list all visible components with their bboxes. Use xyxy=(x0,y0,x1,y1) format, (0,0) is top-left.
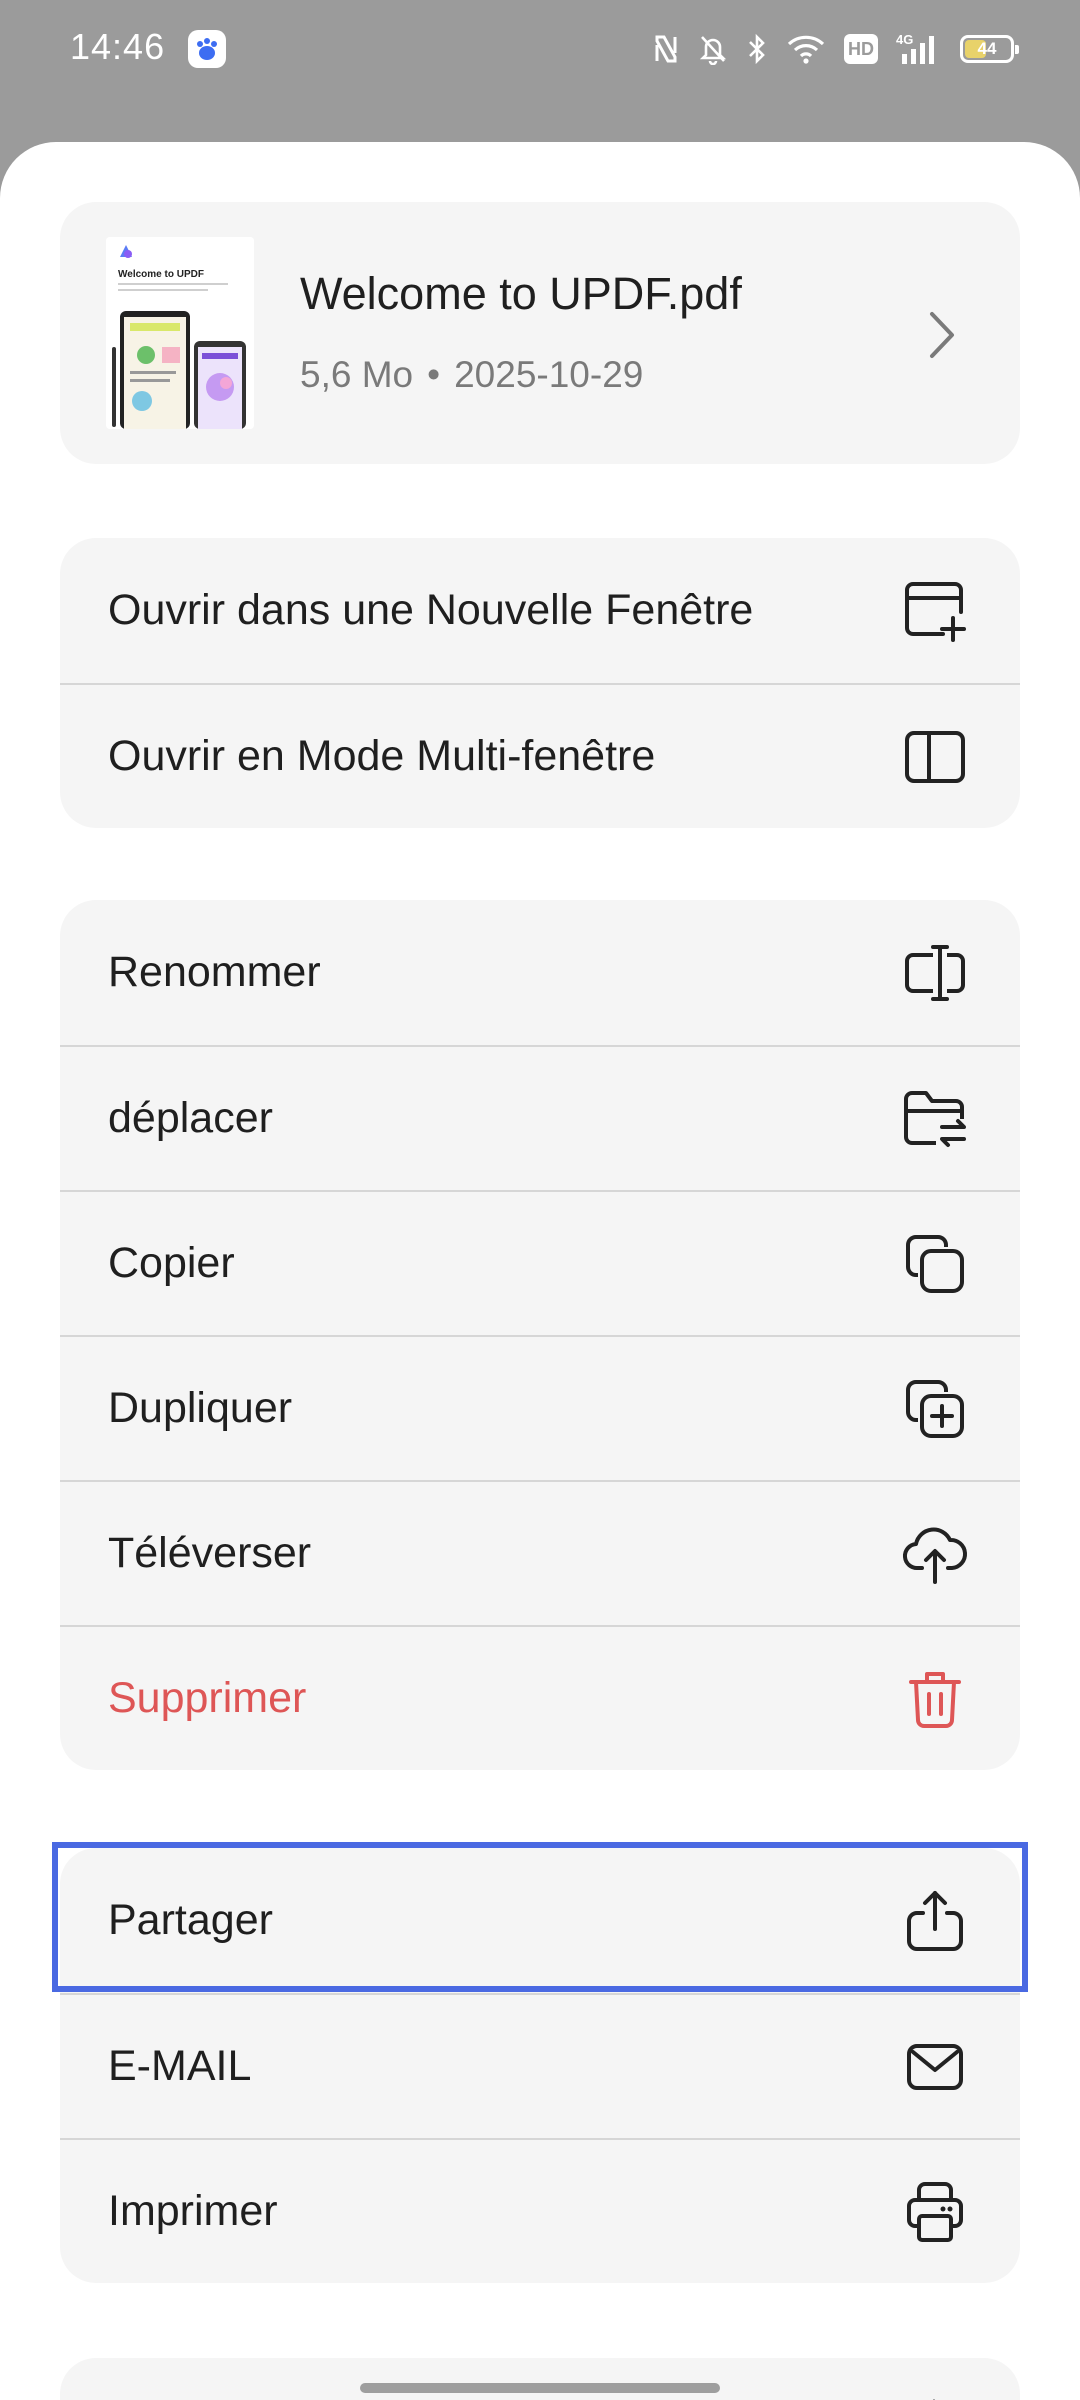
split-window-icon xyxy=(900,722,970,792)
menu-item-label: Renommer xyxy=(108,948,321,996)
bluetooth-icon xyxy=(749,33,765,65)
print-item[interactable]: Imprimer xyxy=(60,2138,1020,2283)
battery-level: 44 xyxy=(977,39,997,58)
more-options-group xyxy=(60,2358,1020,2400)
menu-item-label: Dupliquer xyxy=(108,1384,293,1432)
menu-item-label: Imprimer xyxy=(108,2187,278,2235)
hd-badge: HD xyxy=(844,34,878,64)
duplicate-icon xyxy=(900,1374,970,1444)
copy-icon xyxy=(900,1229,970,1299)
file-actions-sheet: Welcome to UPDF Welcome to UPDF.pdf 5,6 … xyxy=(0,142,1080,2400)
nfc-icon xyxy=(655,35,677,63)
rename-item[interactable]: Renommer xyxy=(60,900,1020,1045)
move-item[interactable]: déplacer xyxy=(60,1045,1020,1190)
status-time: 14:46 xyxy=(70,26,166,67)
trash-icon xyxy=(900,1664,970,1734)
file-thumbnail: Welcome to UPDF xyxy=(106,237,254,429)
open-options-group: Ouvrir dans une Nouvelle Fenêtre Ouvrir … xyxy=(60,538,1020,828)
printer-icon xyxy=(900,2177,970,2247)
share-icon xyxy=(900,1886,970,1956)
file-name: Welcome to UPDF.pdf xyxy=(300,268,742,319)
network-type: 4G xyxy=(896,32,913,47)
duplicate-item[interactable]: Dupliquer xyxy=(60,1335,1020,1480)
menu-item-label: déplacer xyxy=(108,1094,273,1142)
file-date: 2025-10-29 xyxy=(454,354,644,395)
rename-icon xyxy=(900,938,970,1008)
menu-item-label: Supprimer xyxy=(108,1674,307,1722)
mail-icon xyxy=(900,2032,970,2102)
share-item[interactable]: Partager xyxy=(52,1842,1028,1993)
thumbnail-title: Welcome to UPDF xyxy=(118,269,204,280)
file-operations-group: Renommer déplacer Copier Dupliquer Télév… xyxy=(60,900,1020,1770)
baidu-app-icon xyxy=(188,30,226,68)
open-new-window-item[interactable]: Ouvrir dans une Nouvelle Fenêtre xyxy=(60,538,1020,683)
menu-item-label: Copier xyxy=(108,1239,235,1287)
file-info-card[interactable]: Welcome to UPDF Welcome to UPDF.pdf 5,6 … xyxy=(60,202,1020,464)
move-folder-icon xyxy=(900,1084,970,1154)
menu-item-label: Ouvrir en Mode Multi-fenêtre xyxy=(108,732,656,780)
email-item[interactable]: E-MAIL xyxy=(60,1993,1020,2138)
battery-icon: 44 xyxy=(960,35,1019,63)
signal-icon: 4G xyxy=(896,32,934,64)
wifi-icon xyxy=(787,35,825,64)
status-bar: 14:46 HD 4G 44 xyxy=(0,0,1080,96)
menu-item-label: Téléverser xyxy=(108,1529,312,1577)
file-size: 5,6 Mo xyxy=(300,354,414,395)
delete-item[interactable]: Supprimer xyxy=(60,1625,1020,1770)
menu-item-label: Partager xyxy=(108,1896,273,1944)
new-window-icon xyxy=(900,576,970,646)
file-meta: 5,6 Mo • 2025-10-29 xyxy=(300,354,643,396)
chevron-right-icon xyxy=(930,312,954,358)
menu-item-label: E-MAIL xyxy=(108,2042,252,2090)
menu-item-label: Ouvrir dans une Nouvelle Fenêtre xyxy=(108,586,754,634)
home-indicator[interactable] xyxy=(360,2383,720,2393)
status-icons: HD 4G 44 xyxy=(652,26,1019,72)
silent-bell-icon xyxy=(699,36,727,65)
cloud-upload-icon xyxy=(900,1519,970,1589)
upload-item[interactable]: Téléverser xyxy=(60,1480,1020,1625)
share-options-group: Partager E-MAIL Imprimer xyxy=(52,1842,1028,2283)
meta-separator: • xyxy=(427,354,441,395)
open-multi-window-item[interactable]: Ouvrir en Mode Multi-fenêtre xyxy=(60,683,1020,828)
copy-item[interactable]: Copier xyxy=(60,1190,1020,1335)
